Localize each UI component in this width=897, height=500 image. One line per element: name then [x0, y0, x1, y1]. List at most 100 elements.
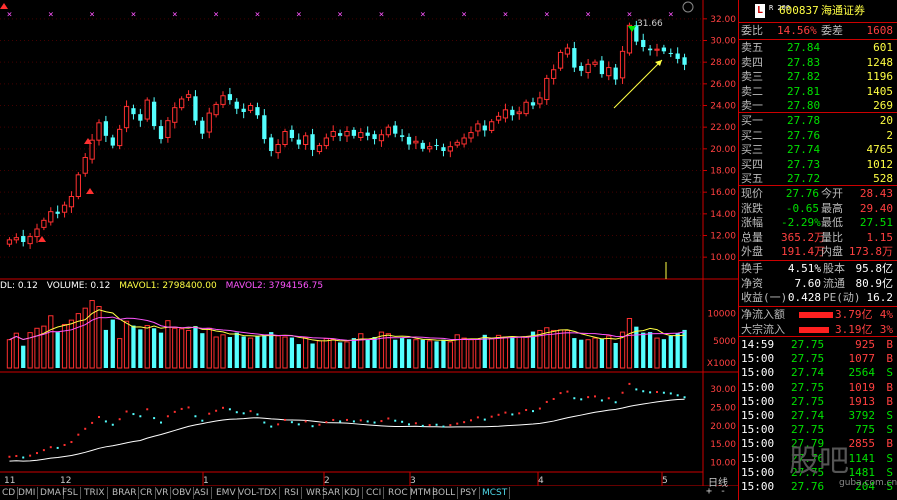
volume-bar — [399, 338, 405, 368]
candle-body — [241, 108, 246, 112]
watermark-url: guba.com.cn — [839, 478, 897, 488]
candle-body — [516, 111, 522, 115]
volume-bar — [551, 329, 557, 369]
indicator-tab-mcst[interactable]: MCST — [480, 487, 511, 499]
candle-body — [523, 101, 529, 115]
volume-bar — [344, 341, 350, 369]
candle-body — [372, 134, 377, 140]
indicator-tab-cci[interactable]: CCI — [364, 487, 385, 499]
price-axis-label: 30.00 — [710, 37, 736, 47]
volume-bar — [413, 339, 419, 369]
indicator-tab-emv[interactable]: EMV — [214, 487, 239, 499]
signal-x-marker: × — [544, 10, 549, 20]
volume-bar — [68, 319, 75, 369]
volume-bar — [255, 336, 260, 368]
indicator-tab-brar[interactable]: BRAR — [110, 487, 140, 499]
peak-label: 31.66 — [637, 19, 663, 29]
candle-body — [55, 211, 60, 214]
volume-bar — [579, 339, 584, 368]
volume-header: DL: 0.12 VOLUME: 0.12 MAVOL1: 2798400.00… — [0, 279, 323, 293]
volume-bar — [48, 315, 54, 369]
x-label-jan: 1 — [203, 476, 209, 486]
x-label-feb: 2 — [324, 476, 330, 486]
volume-bar — [262, 334, 267, 368]
signal-x-marker: × — [172, 10, 177, 20]
candle-body — [447, 146, 453, 152]
candle-body — [641, 39, 646, 47]
order_book.asks-row: 卖五 27.84 601 — [741, 41, 893, 54]
period-button[interactable]: 日线 — [708, 474, 728, 489]
volume-bar — [427, 340, 433, 369]
indicator-tab-sar[interactable]: SAR — [320, 487, 344, 499]
flow-row: 大宗流入 3.19亿 3% — [741, 322, 893, 336]
volume-bar — [55, 332, 60, 368]
candle-body — [468, 132, 474, 139]
candle-body — [282, 131, 288, 145]
candle-body — [151, 101, 157, 127]
indicator-tab-dmi[interactable]: DMI — [16, 487, 39, 499]
candle-body — [206, 112, 212, 133]
indicator-tab-boll[interactable]: BOLL — [430, 487, 459, 499]
signal-x-marker: × — [213, 10, 218, 20]
candle-body — [619, 50, 626, 79]
candle-body — [213, 103, 219, 116]
quote-row: 总量 365.2万 量比 1.15 — [741, 230, 893, 244]
indicator-tab-trix[interactable]: TRIX — [82, 487, 108, 499]
price-axis-label: 22.00 — [710, 123, 736, 133]
candle-body — [461, 137, 467, 145]
price-axis-label: 24.00 — [710, 102, 736, 112]
volume-bar — [372, 336, 377, 368]
indicator-tab-cr[interactable]: CR — [138, 487, 156, 499]
candle-body — [138, 114, 143, 121]
indicator-tab-roc[interactable]: ROC — [386, 487, 411, 499]
candle-body — [661, 47, 667, 52]
price-axis-label: 28.00 — [710, 58, 736, 68]
quote-row: 现价 27.76 今开 28.43 — [741, 187, 893, 200]
signal-x-marker: × — [503, 10, 508, 20]
indicator-tab-psy[interactable]: PSY — [458, 487, 480, 499]
candle-body — [420, 142, 425, 149]
candle-body — [330, 131, 336, 137]
volume-bar — [275, 335, 281, 369]
indicator-tab-fsl[interactable]: FSL — [60, 487, 81, 499]
quote-row: 涨跌 -0.65 最高 29.40 — [741, 201, 893, 215]
candle-body — [579, 65, 584, 71]
indicator-tab-vol-tdx[interactable]: VOL-TDX — [236, 487, 280, 499]
candle-body — [564, 47, 571, 55]
volume-bar — [241, 336, 246, 368]
volume-bar — [158, 332, 164, 368]
vol-axis-unit: X1000 — [707, 359, 736, 369]
volume-bar — [103, 329, 109, 368]
volume-bar — [282, 336, 288, 369]
quote-row: 外盘 191.4万 内盘 173.8万 — [741, 245, 893, 259]
weibi-row: 委比 14.56% 委差 1608 — [741, 24, 893, 37]
candle-body — [344, 131, 350, 137]
candle-body — [413, 140, 419, 144]
indicator-tab-asi[interactable]: ASI — [192, 487, 212, 499]
volume-bar — [21, 345, 26, 368]
kline-chart[interactable]: × × × × × × × × × × × × × × × × × 31.66 32.00 30.00 28.00 26… — [0, 0, 738, 486]
indicator-tab-rsi[interactable]: RSI — [282, 487, 302, 499]
candle-body — [385, 126, 391, 136]
volume-bar — [220, 334, 226, 369]
candle-body — [255, 107, 260, 116]
candle-body — [358, 132, 364, 138]
candle-body — [434, 145, 439, 147]
candle-body — [537, 97, 543, 105]
indicator-tab-obv[interactable]: OBV — [170, 487, 195, 499]
volume-bar — [378, 331, 385, 369]
indicator-tab-vr[interactable]: VR — [154, 487, 172, 499]
volume-bar — [151, 328, 157, 368]
volume-bar — [592, 337, 598, 369]
volume-bar — [96, 306, 102, 369]
stat-row: 换手 4.51% 股本 95.8亿 — [741, 262, 893, 275]
volume-bar — [475, 338, 481, 369]
ind-axis-label: 30.00 — [710, 385, 736, 395]
l2-badge: L — [755, 4, 766, 18]
tick-row: 15:00 27.75 1077 B — [741, 352, 893, 366]
indicator-tab-kdj[interactable]: KDJ — [342, 487, 363, 499]
candle-body — [399, 135, 405, 137]
candle-body — [193, 96, 198, 121]
candle-body — [172, 107, 178, 123]
x-label-dec: 12 — [60, 476, 72, 486]
